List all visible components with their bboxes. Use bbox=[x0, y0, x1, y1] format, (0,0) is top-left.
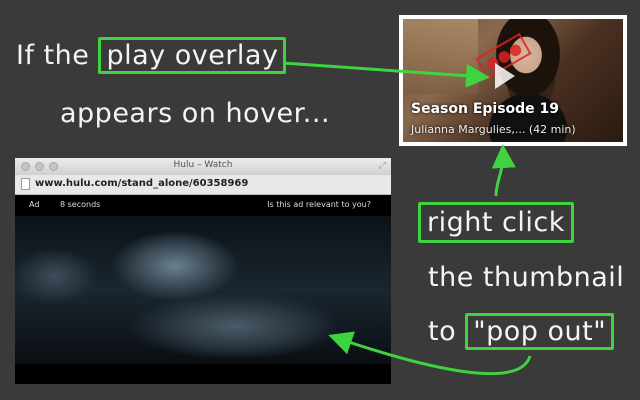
arrow-to-thumbnail bbox=[282, 61, 490, 88]
arrow-pop-out bbox=[328, 331, 532, 376]
arrow-right-click bbox=[491, 144, 516, 197]
arrows-overlay bbox=[282, 61, 532, 376]
